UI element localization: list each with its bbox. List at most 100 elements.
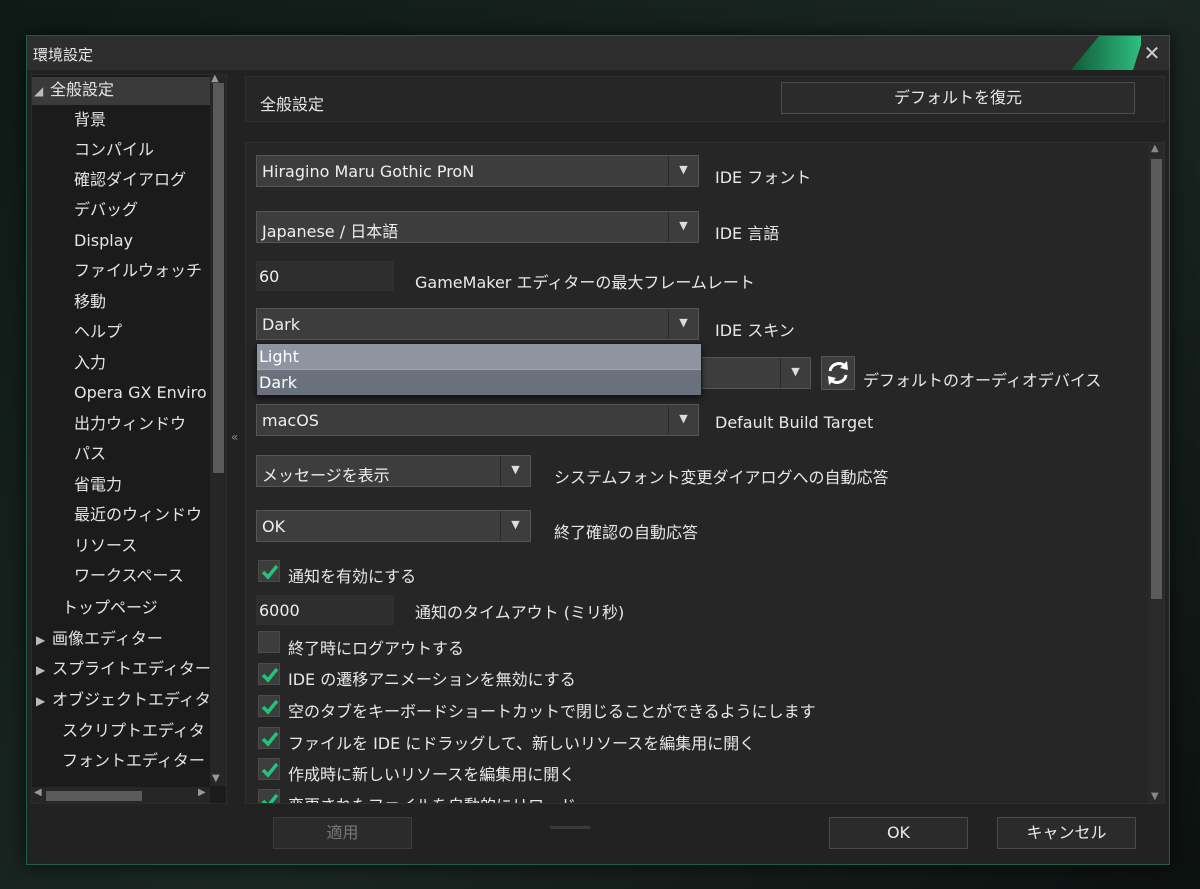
ide-skin-value: Dark bbox=[262, 315, 300, 334]
section-title: 全般設定 bbox=[260, 95, 325, 114]
tree-item-output-window[interactable]: 出力ウィンドウ bbox=[74, 411, 186, 439]
notification-timeout-label: 通知のタイムアウト (ミリ秒) bbox=[415, 603, 625, 622]
section-header: 全般設定 デフォルトを復元 bbox=[245, 76, 1165, 122]
tree-item-workspace[interactable]: ワークスペース bbox=[74, 563, 184, 591]
enable-notifications-checkbox[interactable] bbox=[258, 560, 280, 582]
tree-item-object-editor[interactable]: ▶ オブジェクトエディタ bbox=[36, 687, 211, 715]
tree-item-label: 全般設定 bbox=[50, 80, 115, 99]
audio-device-label: デフォルトのオーディオデバイス bbox=[863, 371, 1102, 390]
chevron-down-icon: ▼ bbox=[668, 405, 698, 435]
collapse-panel-icon[interactable]: « bbox=[231, 430, 238, 444]
tree-item-debug[interactable]: デバッグ bbox=[74, 197, 138, 225]
chevron-down-icon: ▼ bbox=[668, 212, 698, 242]
ide-language-select[interactable]: Japanese / 日本語 ▼ bbox=[256, 211, 699, 243]
tree-item-input[interactable]: 入力 bbox=[74, 350, 106, 378]
ok-button[interactable]: OK bbox=[829, 817, 968, 849]
close-empty-tabs-checkbox[interactable] bbox=[258, 695, 280, 717]
notification-timeout-input[interactable]: 6000 bbox=[256, 595, 394, 625]
auto-reload-label: 変更されたファイルを自動的にリロード bbox=[288, 792, 576, 803]
enable-notifications-label: 通知を有効にする bbox=[288, 567, 417, 586]
tree-item-start-page[interactable]: トップページ bbox=[62, 595, 158, 623]
refresh-icon bbox=[828, 361, 848, 385]
restore-defaults-button[interactable]: デフォルトを復元 bbox=[781, 82, 1135, 114]
tree-item-recent-windows[interactable]: 最近のウィンドウ bbox=[74, 502, 202, 530]
title-accent bbox=[1071, 36, 1141, 70]
auto-reload-checkbox[interactable] bbox=[258, 789, 280, 803]
chevron-down-icon: ▼ bbox=[500, 456, 530, 486]
tree-hscroll-thumb[interactable] bbox=[46, 791, 142, 801]
logout-on-exit-checkbox[interactable] bbox=[258, 631, 280, 653]
scroll-right-icon[interactable]: ▶ bbox=[198, 787, 206, 798]
system-font-dialog-value: メッセージを表示 bbox=[262, 466, 390, 485]
tree-item-compile[interactable]: コンパイル bbox=[74, 137, 154, 165]
refresh-audio-button[interactable] bbox=[821, 356, 855, 390]
tree-item-movement[interactable]: 移動 bbox=[74, 289, 106, 317]
content-scroll-thumb[interactable] bbox=[1151, 159, 1162, 599]
tree-item-background[interactable]: 背景 bbox=[74, 107, 106, 135]
settings-content: Hiragino Maru Gothic ProN ▼ IDE フォント Jap… bbox=[245, 142, 1165, 804]
checkmark-icon bbox=[261, 731, 279, 747]
checkmark-icon bbox=[261, 793, 279, 803]
ide-skin-label: IDE スキン bbox=[715, 321, 795, 340]
ide-language-value: Japanese / 日本語 bbox=[262, 222, 399, 241]
scroll-down-icon[interactable]: ▼ bbox=[212, 773, 220, 784]
tree-vertical-scrollbar[interactable]: ▲ ▼ bbox=[210, 75, 226, 786]
tree-item-paths[interactable]: パス bbox=[74, 441, 106, 469]
drag-open-edit-label: ファイルを IDE にドラッグして、新しいリソースを編集用に開く bbox=[288, 734, 756, 753]
ide-skin-dropdown-list: Light Dark bbox=[256, 343, 702, 395]
exit-confirm-select[interactable]: OK ▼ bbox=[256, 510, 531, 542]
dropdown-option-light[interactable]: Light bbox=[257, 344, 701, 369]
ide-skin-select[interactable]: Dark ▼ bbox=[256, 308, 699, 340]
scroll-down-icon[interactable]: ▼ bbox=[1151, 791, 1159, 802]
chevron-down-icon: ▼ bbox=[780, 358, 810, 388]
build-target-select[interactable]: macOS ▼ bbox=[256, 404, 699, 436]
tree-item-sprite-editor[interactable]: ▶ スプライトエディター bbox=[36, 656, 211, 684]
tree-item-opera-gx[interactable]: Opera GX Enviro bbox=[74, 380, 207, 408]
tree-item-script-editor[interactable]: スクリプトエディタ bbox=[62, 718, 205, 746]
apply-button[interactable]: 適用 bbox=[273, 817, 412, 849]
checkmark-icon bbox=[261, 564, 279, 580]
settings-tree: ◢ 全般設定 背景 コンパイル 確認ダイアログ デバッグ Display ファイル… bbox=[31, 74, 227, 804]
close-empty-tabs-label: 空のタブをキーボードショートカットで閉じることができるようにします bbox=[288, 702, 816, 721]
tree-item-power-saving[interactable]: 省電力 bbox=[74, 472, 122, 500]
title-bar[interactable]: 環境設定 ✕ bbox=[27, 36, 1169, 70]
resize-grip[interactable] bbox=[550, 826, 590, 829]
ide-font-select[interactable]: Hiragino Maru Gothic ProN ▼ bbox=[256, 155, 699, 187]
tree-item-file-watch[interactable]: ファイルウォッチ bbox=[74, 258, 202, 286]
tree-item-label: 画像エディター bbox=[52, 629, 163, 648]
collapsed-arrow-icon: ▶ bbox=[36, 663, 46, 677]
open-new-for-edit-label: 作成時に新しいリソースを編集用に開く bbox=[288, 765, 576, 784]
checkmark-icon bbox=[261, 762, 279, 778]
max-framerate-input[interactable]: 60 bbox=[256, 261, 394, 291]
tree-item-general[interactable]: ◢ 全般設定 bbox=[32, 77, 210, 105]
tree-item-confirm-dialogs[interactable]: 確認ダイアログ bbox=[74, 167, 186, 195]
tree-scroll-thumb[interactable] bbox=[213, 83, 224, 473]
cancel-button[interactable]: キャンセル bbox=[997, 817, 1136, 849]
system-font-dialog-select[interactable]: メッセージを表示 ▼ bbox=[256, 455, 531, 487]
content-vertical-scrollbar[interactable]: ▲ ▼ bbox=[1148, 143, 1164, 803]
scroll-left-icon[interactable]: ◀ bbox=[34, 787, 42, 798]
tree-item-image-editor[interactable]: ▶ 画像エディター bbox=[36, 626, 163, 654]
scroll-up-icon[interactable]: ▲ bbox=[1151, 143, 1159, 154]
tree-item-display[interactable]: Display bbox=[74, 228, 133, 256]
tree-item-help[interactable]: ヘルプ bbox=[74, 319, 122, 347]
dropdown-option-dark[interactable]: Dark bbox=[257, 370, 701, 395]
tree-item-label: スプライトエディター bbox=[52, 659, 211, 678]
tree-item-resources[interactable]: リソース bbox=[74, 533, 137, 561]
open-new-for-edit-checkbox[interactable] bbox=[258, 758, 280, 780]
system-font-dialog-label: システムフォント変更ダイアログへの自動応答 bbox=[554, 468, 889, 487]
tree-horizontal-scrollbar[interactable]: ◀ ▶ bbox=[32, 787, 210, 803]
window-title: 環境設定 bbox=[33, 46, 94, 64]
checkmark-icon bbox=[261, 699, 279, 715]
drag-open-edit-checkbox[interactable] bbox=[258, 727, 280, 749]
disable-transitions-checkbox[interactable] bbox=[258, 663, 280, 685]
preferences-window: 環境設定 ✕ ◢ 全般設定 背景 コンパイル 確認ダイアログ デバッグ Displ… bbox=[26, 35, 1170, 865]
max-framerate-label: GameMaker エディターの最大フレームレート bbox=[415, 273, 755, 292]
ide-font-value: Hiragino Maru Gothic ProN bbox=[262, 162, 475, 181]
collapsed-arrow-icon: ▶ bbox=[36, 633, 46, 647]
chevron-down-icon: ▼ bbox=[500, 511, 530, 541]
ide-font-label: IDE フォント bbox=[715, 168, 812, 187]
build-target-label: Default Build Target bbox=[715, 413, 874, 432]
tree-item-font-editor[interactable]: フォントエディター bbox=[62, 748, 205, 776]
close-icon[interactable]: ✕ bbox=[1141, 42, 1163, 64]
